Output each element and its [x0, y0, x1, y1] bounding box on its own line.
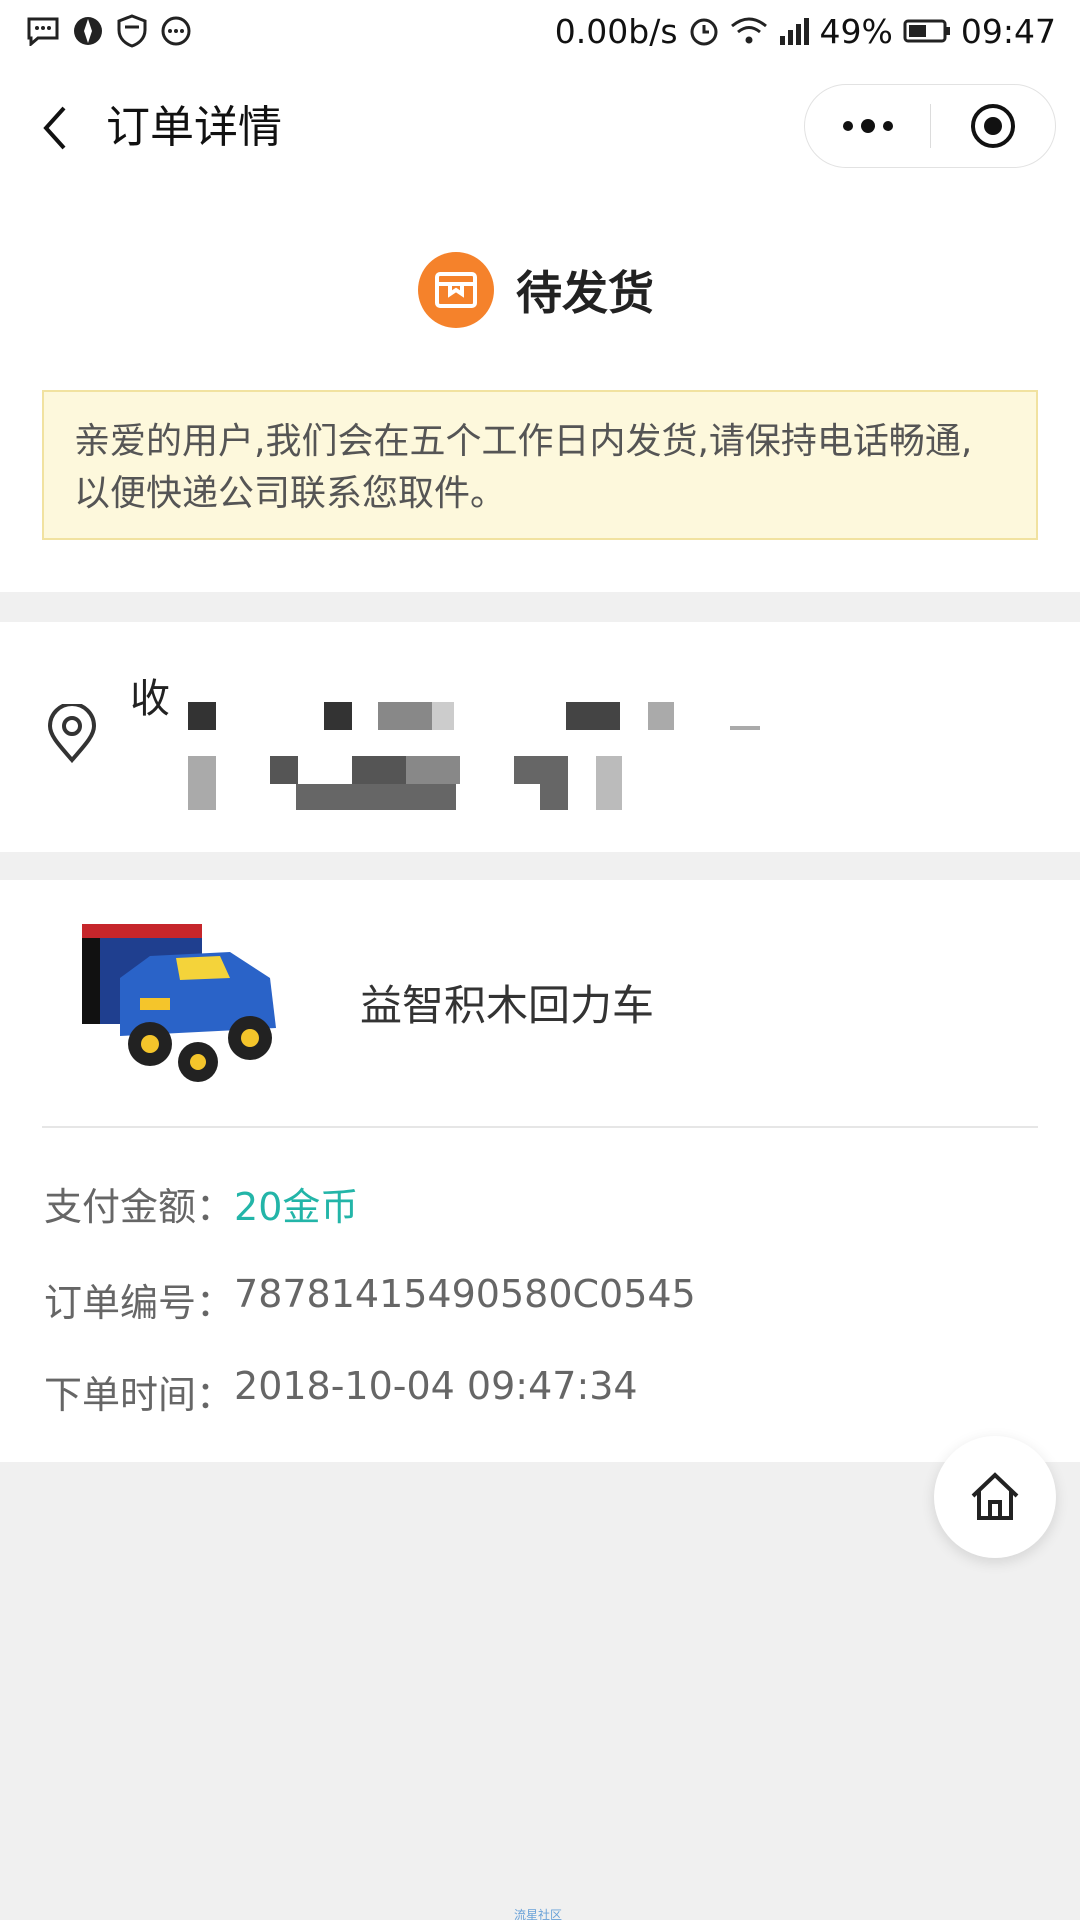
location-pin-icon	[47, 704, 97, 764]
payment-amount-label: 支付金额：	[44, 1185, 235, 1229]
wifi-icon	[730, 17, 767, 44]
alarm-icon	[690, 18, 718, 46]
order-number-value: 78781415490580C0545	[234, 1272, 696, 1316]
home-button[interactable]	[934, 1436, 1056, 1558]
mini-program-capsule	[804, 84, 1056, 168]
signal-icon	[779, 18, 809, 45]
nav-bar: 订单详情	[0, 62, 1080, 192]
close-mini-program-button[interactable]	[931, 84, 1055, 168]
address-section[interactable]	[0, 622, 1080, 852]
order-status: 待发货	[418, 252, 654, 328]
page: 0.00b/s 49% 09:47 订单详情 待发货 亲爱的用户,我们会在五个工…	[0, 0, 1080, 1920]
target-icon	[970, 104, 1015, 148]
clock: 09:47	[960, 11, 1056, 51]
order-time-value: 2018-10-04 09:47:34	[234, 1364, 638, 1408]
net-speed: 0.00b/s	[554, 11, 678, 51]
more-button[interactable]	[805, 84, 930, 168]
order-status-label: 待发货	[516, 266, 654, 320]
order-time-label: 下单时间：	[44, 1373, 235, 1417]
shipping-notice: 亲爱的用户,我们会在五个工作日内发货,请保持电话畅通,以便快递公司联系您取件。	[42, 390, 1038, 540]
product-image[interactable]	[80, 918, 300, 1088]
payment-amount-row: 支付金额： 20金币	[44, 1176, 358, 1231]
page-title: 订单详情	[106, 102, 282, 153]
more-dots-icon	[842, 119, 893, 133]
recipient-label: 收	[130, 676, 170, 722]
battery-icon	[903, 19, 950, 43]
package-icon	[418, 252, 494, 328]
message-icon	[27, 17, 59, 46]
back-arrow-icon[interactable]	[34, 100, 74, 156]
more-circle-icon	[161, 16, 191, 46]
product-name[interactable]: 益智积木回力车	[360, 972, 654, 1033]
order-status-section: 待发货 亲爱的用户,我们会在五个工作日内发货,请保持电话畅通,以便快递公司联系您…	[0, 192, 1080, 592]
home-icon	[971, 1472, 1019, 1520]
status-bar: 0.00b/s 49% 09:47	[0, 0, 1080, 62]
payment-amount-value: 20金币	[234, 1185, 359, 1229]
battery-percent: 49%	[819, 11, 893, 51]
order-number-row: 订单编号： 78781415490580C0545	[44, 1272, 696, 1327]
aperture-icon	[74, 17, 102, 45]
order-number-label: 订单编号：	[44, 1281, 235, 1325]
order-time-row: 下单时间： 2018-10-04 09:47:34	[44, 1364, 638, 1419]
watermark: 流星社区	[514, 1908, 563, 1920]
divider	[42, 1126, 1038, 1128]
shield-icon	[117, 14, 147, 48]
